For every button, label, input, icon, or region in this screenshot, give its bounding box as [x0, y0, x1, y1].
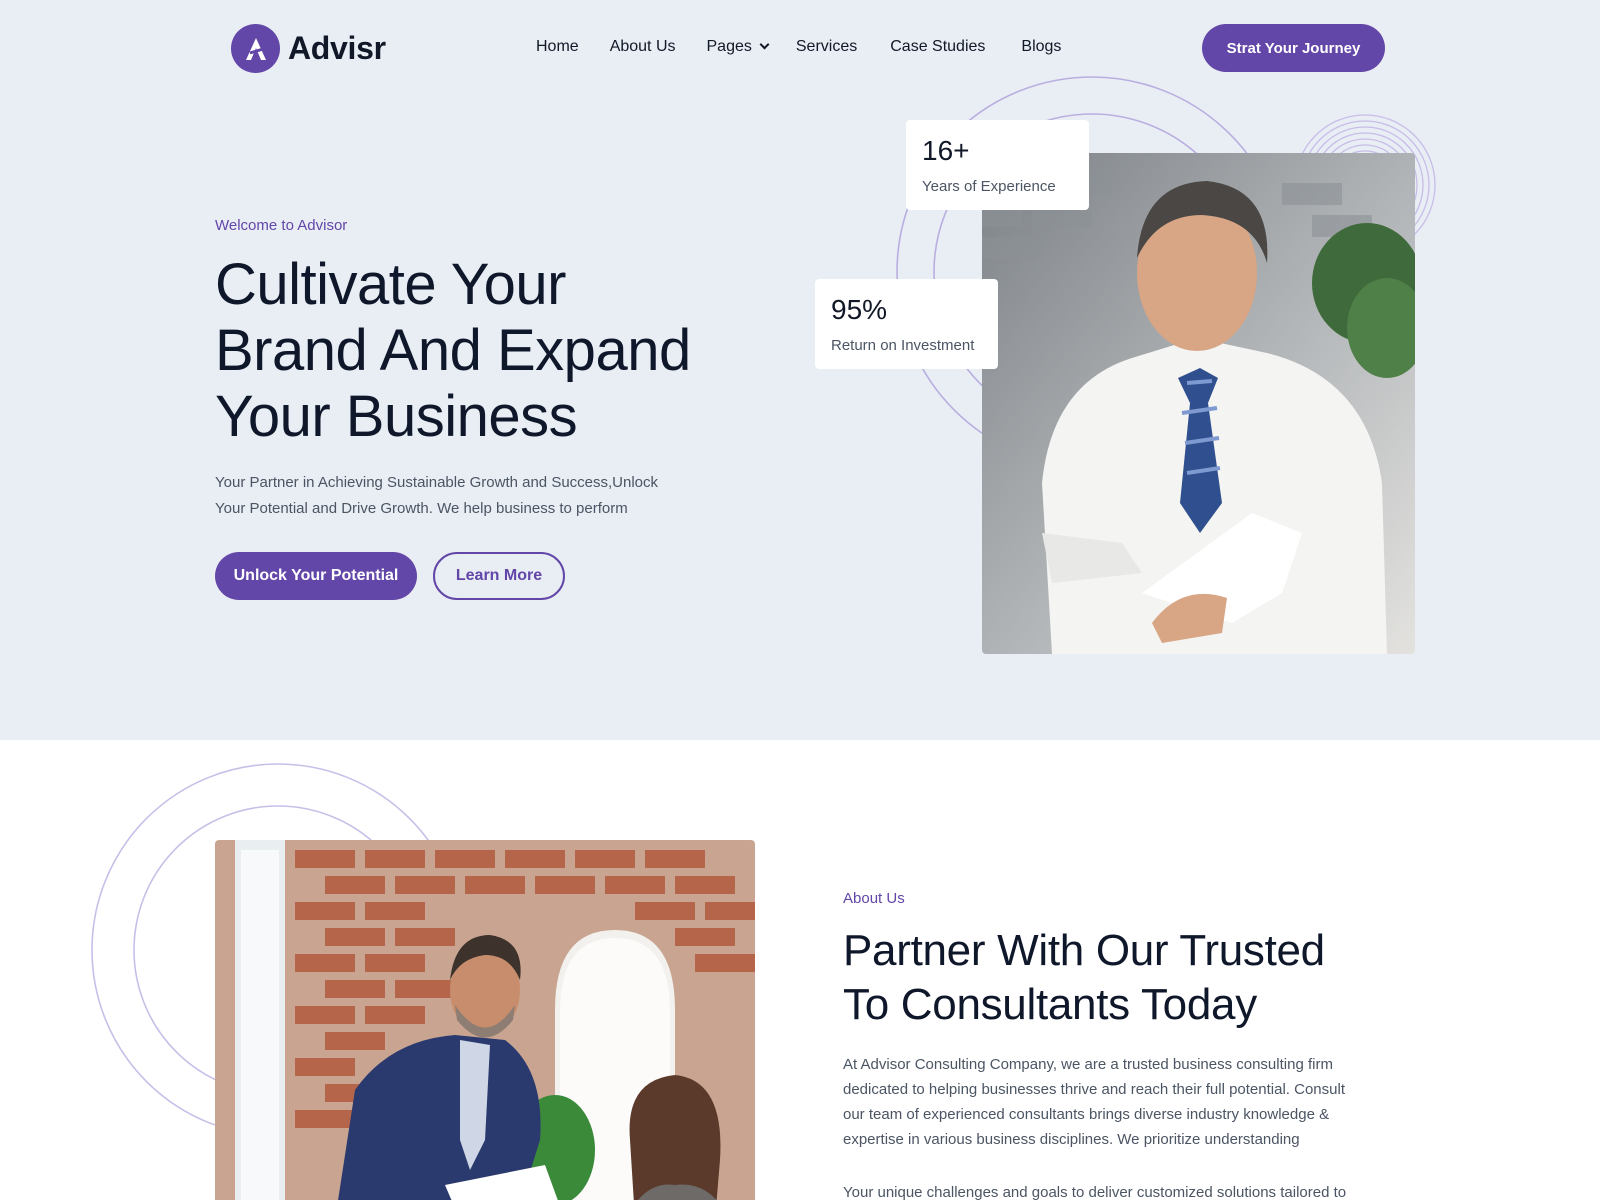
- stat-card-roi: 95% Return on Investment: [815, 279, 998, 369]
- chevron-down-icon: [759, 39, 770, 50]
- about-desc-line: dedicated to helping businesses thrive a…: [843, 1081, 1345, 1098]
- stat-label: Return on Investment: [831, 337, 975, 354]
- about-title-line: To Consultants Today: [843, 980, 1257, 1029]
- consultant-photo: [982, 153, 1415, 654]
- hero-section: Advisr Home About Us Pages Services Case…: [0, 0, 1600, 740]
- about-title-line: Partner With Our Trusted: [843, 926, 1325, 975]
- logo-icon: [231, 24, 280, 73]
- about-desc-line: At Advisor Consulting Company, we are a …: [843, 1056, 1333, 1073]
- consultants-meeting-photo: [215, 840, 755, 1200]
- nav-blogs[interactable]: Blogs: [1021, 38, 1061, 56]
- about-section: About Us Partner With Our Trusted To Con…: [0, 740, 1600, 1200]
- about-desc-line: our team of experienced consultants brin…: [843, 1106, 1330, 1123]
- hero-title-line: Brand And Expand: [215, 318, 691, 383]
- nav-pages[interactable]: Pages: [706, 38, 770, 56]
- brand-logo[interactable]: Advisr: [231, 24, 386, 73]
- about-eyebrow: About Us: [843, 890, 905, 907]
- about-description: At Advisor Consulting Company, we are a …: [843, 1052, 1383, 1152]
- nav-about-us[interactable]: About Us: [610, 38, 676, 56]
- nav-home[interactable]: Home: [536, 38, 579, 56]
- brand-name: Advisr: [288, 30, 386, 66]
- main-nav: Home About Us Pages Services Case Studie…: [536, 38, 1061, 56]
- hero-title-line: Cultivate Your: [215, 252, 566, 317]
- hero-desc-line: Your Potential and Drive Growth. We help…: [215, 500, 628, 517]
- stat-card-experience: 16+ Years of Experience: [906, 120, 1089, 210]
- about-description-continued: Your unique challenges and goals to deli…: [843, 1184, 1347, 1200]
- stat-value: 95%: [831, 294, 888, 325]
- nav-pages-label: Pages: [706, 38, 752, 55]
- start-journey-button[interactable]: Strat Your Journey: [1202, 24, 1385, 72]
- learn-more-button[interactable]: Learn More: [433, 552, 565, 600]
- stat-value: 16+: [922, 135, 970, 166]
- hero-description: Your Partner in Achieving Sustainable Gr…: [215, 470, 705, 522]
- hero-title: Cultivate Your Brand And Expand Your Bus…: [215, 252, 775, 450]
- hero-title-line: Your Business: [215, 384, 578, 449]
- nav-case-studies[interactable]: Case Studies: [890, 38, 985, 56]
- hero-desc-line: Your Partner in Achieving Sustainable Gr…: [215, 474, 659, 491]
- about-desc-line: expertise in various business discipline…: [843, 1131, 1300, 1148]
- stat-label: Years of Experience: [922, 178, 1056, 195]
- nav-services[interactable]: Services: [796, 38, 857, 56]
- about-title: Partner With Our Trusted To Consultants …: [843, 924, 1403, 1032]
- hero-eyebrow: Welcome to Advisor: [215, 217, 348, 234]
- unlock-potential-button[interactable]: Unlock Your Potential: [215, 552, 417, 600]
